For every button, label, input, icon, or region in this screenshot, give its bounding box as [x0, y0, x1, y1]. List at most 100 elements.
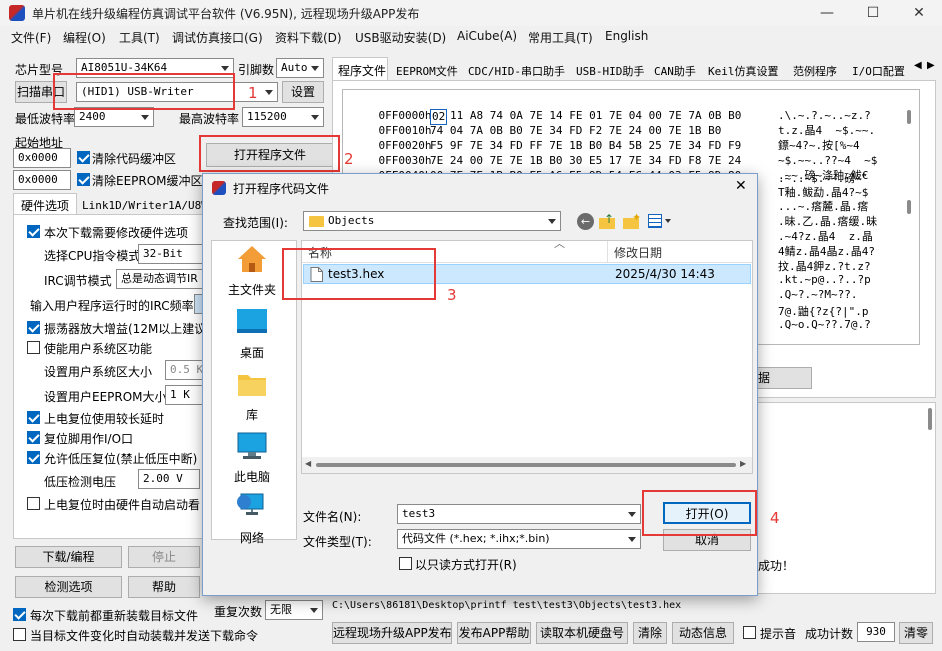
- menu-bar: 文件(F) 编程(O) 工具(T) 调试仿真接口(G) 资料下载(D) USB驱…: [0, 26, 942, 48]
- hex-scrollbar-thumb[interactable]: [907, 200, 911, 214]
- menu-debug[interactable]: 调试仿真接口(G): [172, 29, 263, 46]
- hex-row: 0FF0020h F5 9F 7E 34 FD FF 7E 1B B0 B4 5B…: [352, 125, 860, 152]
- file-path-display: C:\Users\86181\Desktop\printf test\test3…: [332, 598, 936, 614]
- nav-library[interactable]: 库: [211, 369, 293, 423]
- menu-tools[interactable]: 工具(T): [119, 29, 160, 46]
- computer-icon: [237, 432, 267, 459]
- tab-scroll-left-icon[interactable]: ◀: [914, 60, 922, 71]
- nav-desktop[interactable]: 桌面: [211, 307, 293, 361]
- reload-each-checkbox[interactable]: [13, 608, 26, 621]
- up-folder-icon[interactable]: ↑: [599, 213, 616, 229]
- cpu-mode-label: 选择CPU指令模式: [44, 249, 141, 263]
- menu-file[interactable]: 文件(F): [11, 29, 51, 46]
- tab-hardware-options[interactable]: 硬件选项: [13, 193, 77, 215]
- filename-input[interactable]: test3: [397, 504, 641, 524]
- publish-app-button[interactable]: 远程现场升级APP发布: [332, 622, 452, 644]
- lvd-select[interactable]: 2.00 V: [138, 469, 200, 489]
- code-address-input[interactable]: 0x0000: [13, 148, 71, 168]
- beep-checkbox[interactable]: [743, 626, 756, 639]
- tab-program-file[interactable]: 程序文件: [332, 57, 388, 81]
- clear-button[interactable]: 清除: [633, 622, 667, 644]
- read-disk-id-button[interactable]: 读取本机硬盘号: [536, 622, 628, 644]
- tab-serial-helper[interactable]: CDC/HID-串口助手: [468, 63, 565, 79]
- look-in-label: 查找范围(I):: [223, 216, 288, 230]
- irc-mode-select[interactable]: 总是动态调节IR: [116, 269, 209, 289]
- back-arrow-icon[interactable]: ←: [577, 213, 594, 230]
- pin-select[interactable]: Auto: [276, 58, 324, 78]
- nav-network[interactable]: 网络: [211, 492, 293, 546]
- tab-scroll-right-icon[interactable]: ▶: [927, 60, 935, 71]
- minimize-button[interactable]: —: [804, 0, 850, 26]
- tab-eeprom-file[interactable]: EEPROM文件: [396, 63, 458, 79]
- annotation-box-1: [53, 73, 235, 110]
- open-file-dialog: 打开程序代码文件 ✕ 查找范围(I): Objects ← ↑ ✦ 主文件夹 桌…: [202, 173, 758, 596]
- menu-usb-driver[interactable]: USB驱动安装(D): [355, 29, 446, 46]
- hex-ascii: .Q~o.Q~??.7@.?: [778, 318, 871, 331]
- maximize-button[interactable]: ☐: [850, 0, 896, 26]
- clear-eeprom-label: 清除EEPROM缓冲区: [92, 174, 203, 188]
- auto-send-checkbox[interactable]: [13, 628, 26, 641]
- hex-cursor-byte[interactable]: 02: [430, 109, 448, 125]
- help-button[interactable]: 帮助: [128, 576, 200, 598]
- max-baud-label: 最高波特率: [179, 112, 240, 126]
- settings-button[interactable]: 设置: [282, 81, 324, 103]
- repeat-select[interactable]: 无限: [265, 600, 323, 620]
- close-button[interactable]: ✕: [896, 0, 942, 26]
- tab-examples[interactable]: 范例程序: [793, 63, 837, 79]
- column-date-header[interactable]: 修改日期: [614, 244, 662, 261]
- menu-downloads[interactable]: 资料下载(D): [275, 29, 342, 46]
- hex-ascii: 鏢~4?~.按[%~4: [778, 139, 860, 152]
- menu-program[interactable]: 编程(O): [63, 29, 106, 46]
- new-folder-icon[interactable]: ✦: [623, 211, 641, 229]
- clear-code-checkbox[interactable]: [77, 151, 90, 164]
- beep-label: 提示音: [760, 627, 797, 641]
- tab-usb-hid-helper[interactable]: USB-HID助手: [576, 63, 644, 79]
- hex-ascii: 4鲭z.晶4晶z.晶4?: [778, 245, 875, 258]
- clear-code-label: 清除代码缓冲区: [92, 152, 177, 166]
- min-baud-select[interactable]: 2400: [74, 107, 154, 127]
- change-hw-checkbox[interactable]: [27, 225, 40, 238]
- tab-keil-sim[interactable]: Keil仿真设置: [708, 63, 779, 79]
- nav-home[interactable]: 主文件夹: [211, 244, 293, 298]
- lvr-checkbox[interactable]: [27, 451, 40, 464]
- auto-start-checkbox[interactable]: [27, 497, 40, 510]
- log-scrollbar-thumb[interactable]: [928, 408, 932, 430]
- tab-link1d[interactable]: Link1D/Writer1A/U8W脱: [82, 197, 219, 213]
- download-program-button[interactable]: 下载/编程: [15, 546, 122, 568]
- reset-io-checkbox[interactable]: [27, 431, 40, 444]
- tab-io-config[interactable]: I/O口配置: [852, 63, 905, 79]
- max-baud-select[interactable]: 115200: [242, 107, 324, 127]
- eeprom-address-input[interactable]: 0x0000: [13, 170, 71, 190]
- publish-help-button[interactable]: 发布APP帮助: [457, 622, 531, 644]
- lvr-label: 允许低压复位(禁止低压中断): [44, 452, 198, 466]
- hex-row: 0FF0030h 7E 24 00 7E 7E 1B B0 30 E5 17 7E…: [352, 140, 878, 167]
- dynamic-info-button[interactable]: 动态信息: [672, 622, 734, 644]
- user-sys-checkbox[interactable]: [27, 341, 40, 354]
- nav-this-pc[interactable]: 此电脑: [211, 431, 293, 485]
- file-list-hscroll[interactable]: ◀ ▶: [302, 457, 752, 473]
- look-in-select[interactable]: Objects: [303, 211, 561, 231]
- irc-freq-label: 输入用户程序运行时的IRC频率: [30, 299, 194, 313]
- check-options-button[interactable]: 检测选项: [15, 576, 122, 598]
- clear-eeprom-checkbox[interactable]: [77, 173, 90, 186]
- tab-program-file-label: 程序文件: [338, 64, 387, 78]
- menu-english[interactable]: English: [605, 29, 648, 43]
- osc-gain-checkbox[interactable]: [27, 321, 40, 334]
- view-menu-icon[interactable]: [648, 214, 672, 229]
- stop-button[interactable]: 停止: [128, 546, 200, 568]
- scroll-right-icon[interactable]: ▶: [740, 459, 746, 468]
- cpu-mode-select[interactable]: 32-Bit: [138, 244, 209, 264]
- hex-scrollbar-thumb[interactable]: [907, 110, 911, 124]
- auto-send-label: 当目标文件变化时自动装载并发送下载命令: [30, 629, 259, 643]
- annotation-number-4: 4: [770, 509, 780, 527]
- clear-count-button[interactable]: 清零: [899, 622, 933, 644]
- readonly-checkbox[interactable]: [399, 557, 412, 570]
- tab-can-helper[interactable]: CAN助手: [654, 63, 696, 79]
- menu-common-tools[interactable]: 常用工具(T): [528, 29, 593, 46]
- filetype-select[interactable]: 代码文件 (*.hex; *.ihx;*.bin): [397, 529, 641, 549]
- title-bar: 单片机在线升级编程仿真调试平台软件 (V6.95N), 远程现场升级APP发布 …: [0, 0, 942, 26]
- long-delay-checkbox[interactable]: [27, 411, 40, 424]
- menu-aicube[interactable]: AiCube(A): [457, 29, 517, 43]
- scroll-left-icon[interactable]: ◀: [305, 459, 311, 468]
- dialog-close-icon[interactable]: ✕: [735, 178, 747, 194]
